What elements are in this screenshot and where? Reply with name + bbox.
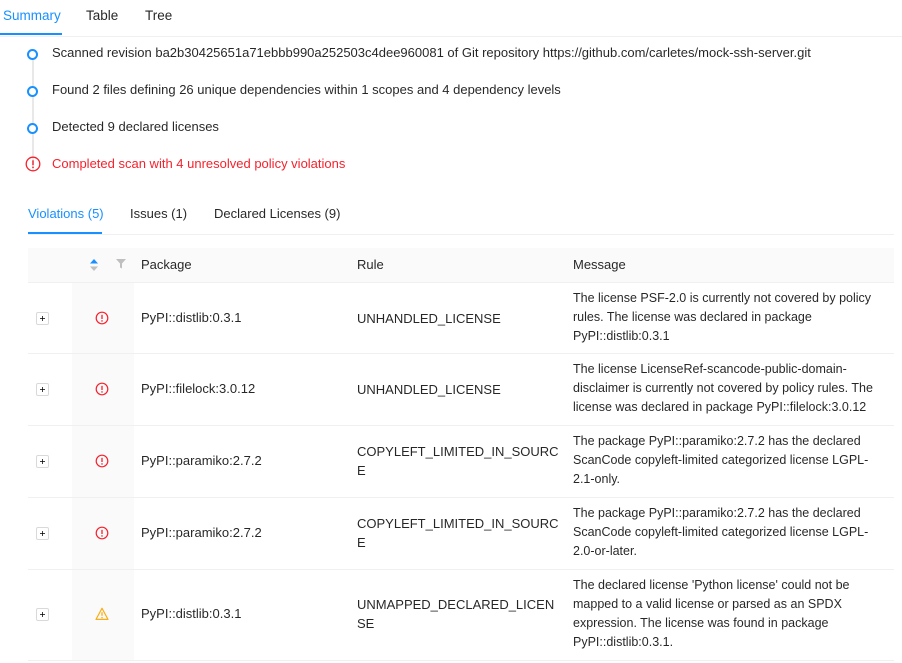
active-tab-indicator bbox=[0, 33, 62, 35]
expand-row-button[interactable] bbox=[36, 383, 49, 396]
tab-issues[interactable]: Issues (1) bbox=[130, 206, 187, 221]
expand-row-button[interactable] bbox=[36, 608, 49, 621]
tab-violations[interactable]: Violations (5) bbox=[28, 206, 104, 221]
table-row: PyPI::filelock:3.0.12 UNHANDLED_LICENSE … bbox=[28, 354, 894, 426]
timeline-dot-icon bbox=[27, 49, 38, 60]
rule-cell: UNHANDLED_LICENSE bbox=[357, 382, 501, 397]
tab-declared-licenses[interactable]: Declared Licenses (9) bbox=[214, 206, 340, 221]
message-cell: The license LicenseRef-scancode-public-d… bbox=[573, 362, 873, 414]
timeline-dot-icon bbox=[27, 86, 38, 97]
error-icon bbox=[95, 526, 109, 540]
detail-tab-bar: Violations (5) Issues (1) Declared Licen… bbox=[28, 200, 894, 235]
tab-table[interactable]: Table bbox=[86, 8, 118, 23]
filter-icon[interactable] bbox=[116, 259, 126, 269]
rule-cell: COPYLEFT_LIMITED_IN_SOURCE bbox=[357, 516, 559, 550]
table-row: PyPI::distlib:0.3.1 UNMAPPED_DECLARED_LI… bbox=[28, 570, 894, 661]
rule-cell: UNHANDLED_LICENSE bbox=[357, 311, 501, 326]
rule-cell: COPYLEFT_LIMITED_IN_SOURCE bbox=[357, 444, 559, 478]
expand-row-button[interactable] bbox=[36, 455, 49, 468]
message-cell: The license PSF-2.0 is currently not cov… bbox=[573, 291, 872, 343]
table-row: PyPI::distlib:0.3.1 UNHANDLED_LICENSE Th… bbox=[28, 283, 894, 354]
package-cell: PyPI::distlib:0.3.1 bbox=[141, 310, 242, 325]
column-header-message[interactable]: Message bbox=[573, 257, 626, 272]
tab-summary[interactable]: Summary bbox=[3, 8, 61, 23]
error-icon bbox=[95, 382, 109, 396]
expand-row-button[interactable] bbox=[36, 312, 49, 325]
timeline-line bbox=[32, 60, 34, 170]
message-cell: The package PyPI::paramiko:2.7.2 has the… bbox=[573, 434, 869, 486]
column-header-package[interactable]: Package bbox=[141, 257, 192, 272]
timeline-text: Completed scan with 4 unresolved policy … bbox=[52, 156, 346, 171]
message-cell: The package PyPI::paramiko:2.7.2 has the… bbox=[573, 506, 869, 558]
package-cell: PyPI::filelock:3.0.12 bbox=[141, 381, 256, 396]
timeline-text: Detected 9 declared licenses bbox=[52, 119, 219, 134]
exclamation-circle-icon bbox=[25, 156, 41, 172]
error-icon bbox=[95, 311, 109, 325]
top-tab-bar: Summary Table Tree bbox=[0, 0, 902, 37]
column-header-rule[interactable]: Rule bbox=[357, 257, 384, 272]
active-tab-indicator bbox=[28, 232, 102, 234]
table-row: PyPI::paramiko:2.7.2 COPYLEFT_LIMITED_IN… bbox=[28, 498, 894, 570]
warning-icon bbox=[95, 607, 109, 620]
message-cell: The declared license 'Python license' co… bbox=[573, 578, 850, 649]
timeline-text: Scanned revision ba2b30425651a71ebbb990a… bbox=[52, 45, 811, 60]
table-row: PyPI::paramiko:2.7.2 COPYLEFT_LIMITED_IN… bbox=[28, 426, 894, 498]
sort-icon[interactable] bbox=[90, 259, 98, 271]
package-cell: PyPI::paramiko:2.7.2 bbox=[141, 525, 262, 540]
package-cell: PyPI::distlib:0.3.1 bbox=[141, 606, 242, 621]
timeline-text: Found 2 files defining 26 unique depende… bbox=[52, 82, 561, 97]
package-cell: PyPI::paramiko:2.7.2 bbox=[141, 453, 262, 468]
timeline-dot-icon bbox=[27, 123, 38, 134]
expand-row-button[interactable] bbox=[36, 527, 49, 540]
tab-tree[interactable]: Tree bbox=[145, 8, 172, 23]
error-icon bbox=[95, 454, 109, 468]
table-header: Package Rule Message bbox=[28, 248, 894, 283]
rule-cell: UNMAPPED_DECLARED_LICENSE bbox=[357, 597, 555, 631]
